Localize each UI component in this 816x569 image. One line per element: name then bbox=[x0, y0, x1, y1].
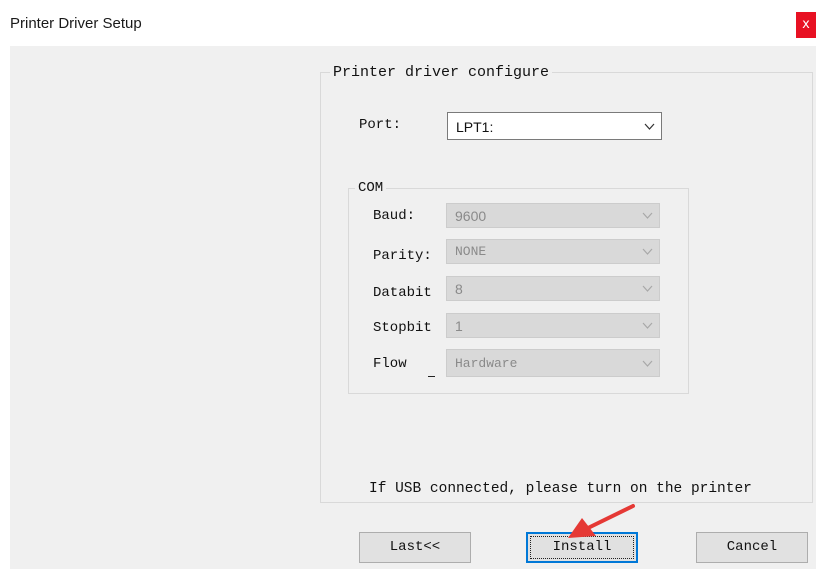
cancel-button-label: Cancel bbox=[726, 539, 778, 555]
last-button-label: Last<< bbox=[389, 539, 441, 555]
databit-select[interactable]: 8 bbox=[446, 276, 660, 301]
parity-select-value: NONE bbox=[455, 244, 487, 259]
port-select[interactable]: LPT1: bbox=[447, 112, 662, 140]
chevron-down-icon bbox=[642, 360, 653, 367]
parity-select[interactable]: NONE bbox=[446, 239, 660, 264]
flow-select-value: Hardware bbox=[455, 356, 518, 371]
stopbit-select-value: 1 bbox=[455, 318, 463, 334]
databit-select-value: 8 bbox=[455, 281, 463, 297]
parity-label: Parity: bbox=[373, 248, 432, 264]
red-arrow-icon bbox=[568, 504, 635, 538]
flow-label: Flow bbox=[373, 356, 407, 372]
title-bar: Printer Driver Setup x bbox=[0, 0, 816, 46]
baud-select[interactable]: 9600 bbox=[446, 203, 660, 228]
chevron-down-icon bbox=[642, 322, 653, 329]
close-icon: x bbox=[802, 17, 810, 32]
stopbit-select[interactable]: 1 bbox=[446, 313, 660, 338]
printer-driver-group-legend: Printer driver configure bbox=[330, 64, 553, 81]
baud-select-value: 9600 bbox=[455, 208, 487, 224]
chevron-down-icon bbox=[642, 248, 653, 255]
chevron-down-icon bbox=[642, 285, 653, 292]
stopbit-label: Stopbit bbox=[373, 320, 432, 336]
chevron-down-icon bbox=[642, 212, 653, 219]
baud-label: Baud: bbox=[373, 208, 416, 224]
close-button[interactable]: x bbox=[796, 12, 816, 38]
port-label: Port: bbox=[359, 117, 402, 133]
chevron-down-icon bbox=[644, 123, 655, 130]
flow-select[interactable]: Hardware bbox=[446, 349, 660, 377]
usb-notice: If USB connected, please turn on the pri… bbox=[369, 481, 752, 497]
databit-label: Databit bbox=[373, 285, 432, 301]
cancel-button[interactable]: Cancel bbox=[696, 532, 808, 563]
com-group-legend: COM bbox=[355, 180, 387, 196]
window-title: Printer Driver Setup bbox=[10, 15, 142, 32]
last-button[interactable]: Last<< bbox=[359, 532, 471, 563]
flow-dash bbox=[428, 376, 435, 377]
port-select-value: LPT1: bbox=[456, 119, 494, 135]
